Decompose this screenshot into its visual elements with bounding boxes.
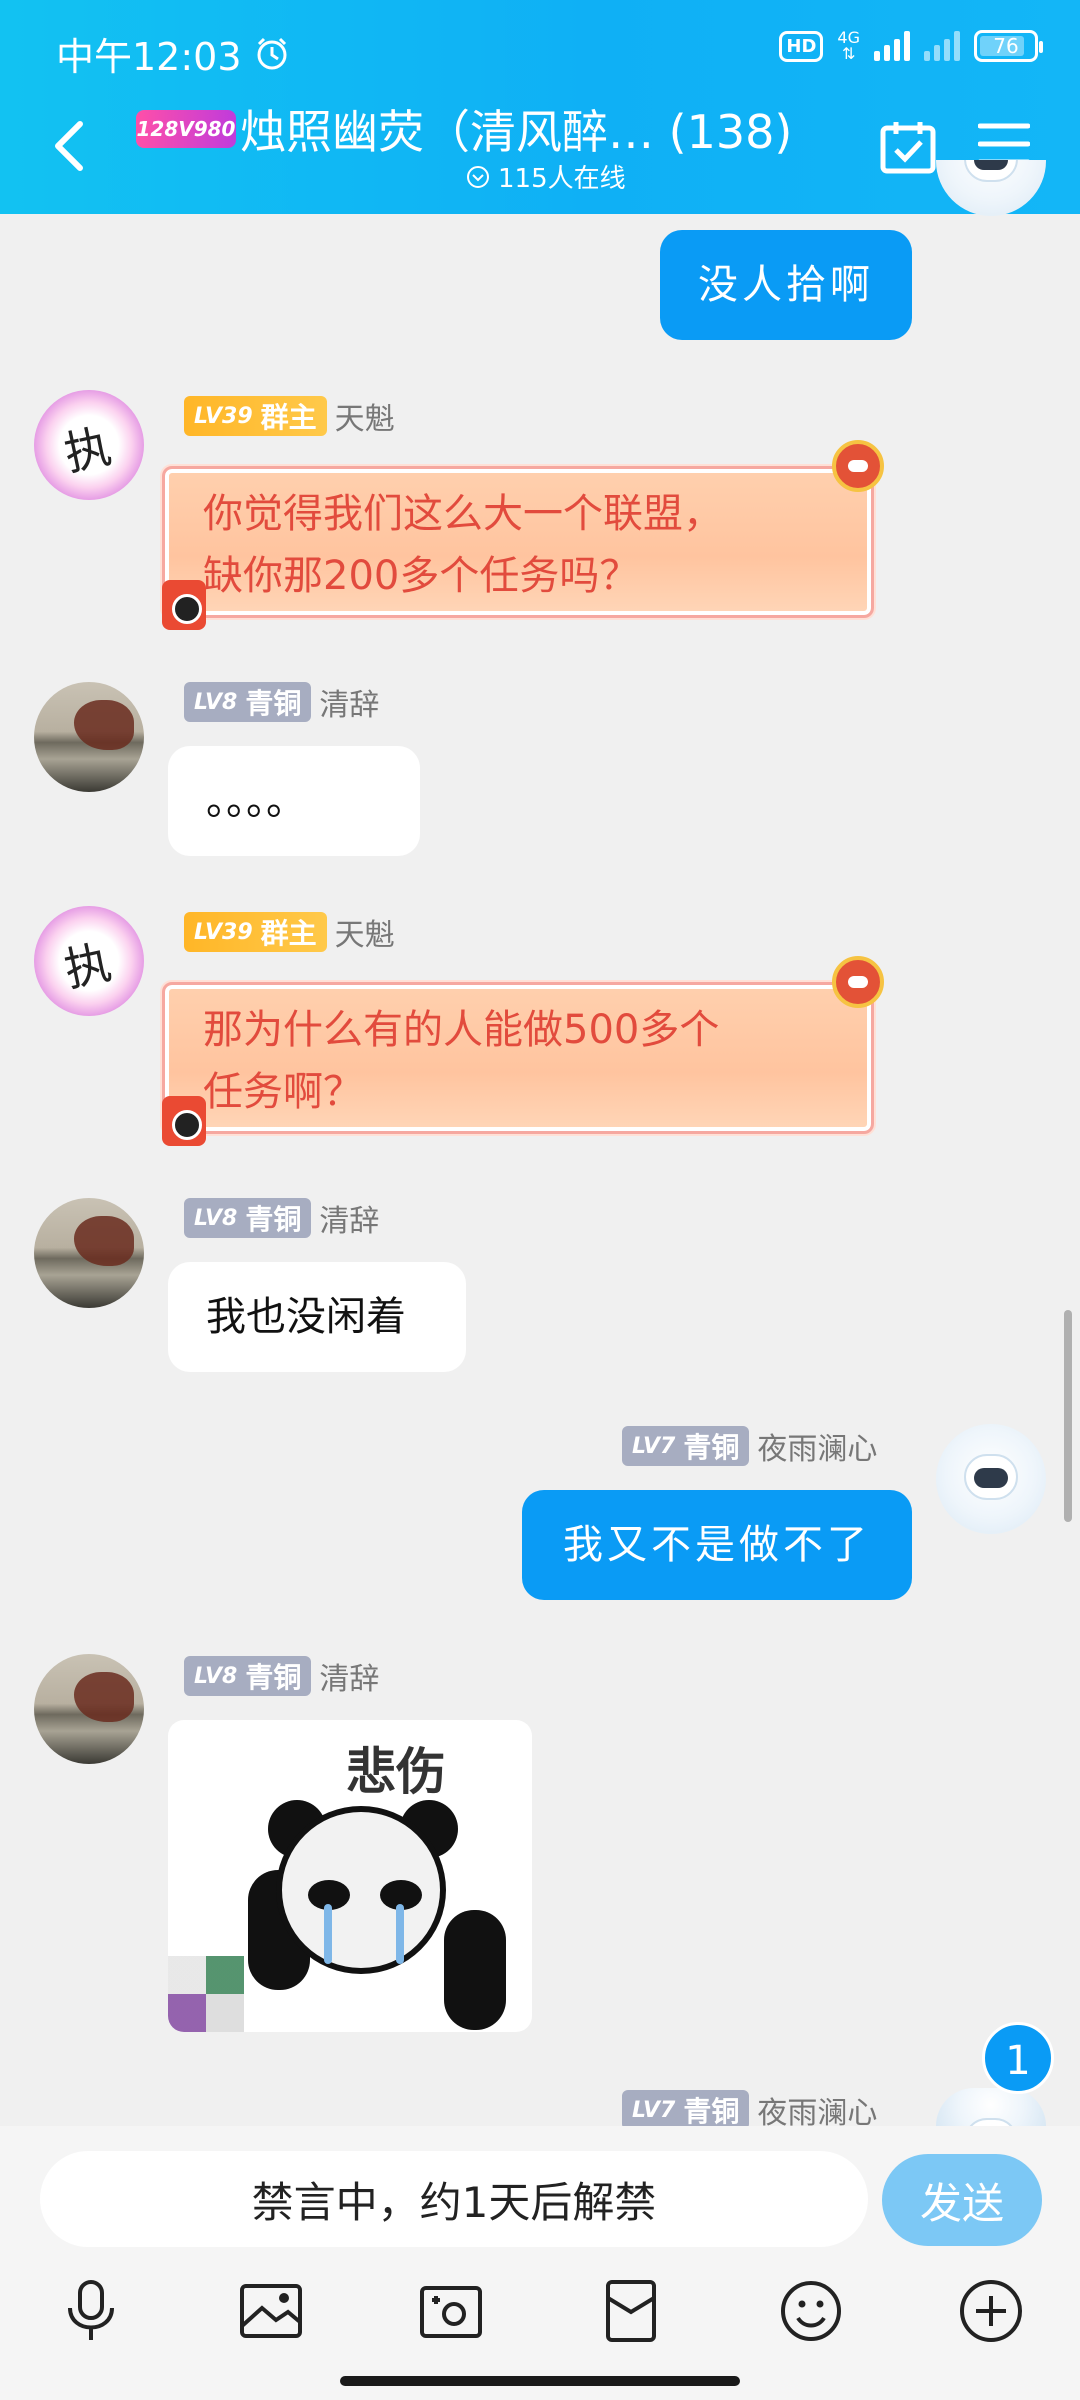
network-label: 4G: [837, 28, 860, 47]
status-indicators: HD 4G ⇅ 76: [779, 28, 1043, 63]
red-packet-icon: [162, 580, 206, 630]
message-bubble[interactable]: 没人拾啊: [660, 230, 912, 340]
plus-icon[interactable]: [956, 2276, 1026, 2346]
level-text: LV39: [194, 919, 253, 945]
red-packet-icon[interactable]: [596, 2276, 666, 2346]
send-button[interactable]: 发送: [882, 2154, 1042, 2246]
signal2-icon: [924, 31, 960, 61]
signal-icon: [874, 31, 910, 61]
sender-name[interactable]: 清辞: [319, 1196, 379, 1240]
unread-count-badge[interactable]: 1: [982, 2022, 1054, 2094]
avatar-self[interactable]: [936, 2088, 1046, 2126]
level-text: LV8: [194, 1663, 238, 1689]
sender-meta: LV8 青铜 清辞: [184, 1654, 379, 1698]
dragon-icon: [832, 440, 884, 492]
message-line: 那为什么有的人能做500多个: [203, 1007, 720, 1053]
level-badge: LV39 群主: [184, 396, 327, 436]
sender-name[interactable]: 天魁: [335, 910, 395, 954]
sender-name[interactable]: 天魁: [335, 394, 395, 438]
group-title[interactable]: 烛照幽荧（清风醉… (138): [240, 96, 792, 162]
sender-name[interactable]: 清辞: [319, 680, 379, 724]
calendar-check-icon[interactable]: [880, 120, 936, 174]
avatar-owner[interactable]: 执: [34, 906, 144, 1016]
message-input[interactable]: 禁言中，约1天后解禁: [40, 2151, 868, 2247]
level-text: LV8: [194, 689, 238, 715]
role-text: 青铜: [245, 1661, 302, 1694]
sender-meta: LV7 青铜 夜雨澜心: [622, 1424, 877, 1468]
role-text: 青铜: [245, 1203, 302, 1236]
role-text: 群主: [260, 917, 317, 950]
message-bubble[interactable]: 你觉得我们这么大一个联盟， 缺你那200多个任务吗？: [162, 466, 874, 618]
time-text: 中午12:03: [56, 35, 242, 79]
level-badge: LV39 群主: [184, 912, 327, 952]
level-text: LV39: [194, 403, 253, 429]
sender-meta: LV8 青铜 清辞: [184, 1196, 379, 1240]
sender-meta: LV39 群主 天魁: [184, 910, 395, 954]
status-time: 中午12:03: [56, 26, 290, 81]
message-bubble[interactable]: 我又不是做不了: [522, 1490, 912, 1600]
online-text: 115人在线: [498, 164, 626, 194]
group-level-tag: 128V980: [136, 110, 236, 148]
avatar-qingci[interactable]: [34, 1654, 144, 1764]
chevron-down-icon: [467, 165, 489, 188]
sticker-image[interactable]: 悲伤: [168, 1720, 532, 2032]
level-text: LV7: [632, 1433, 676, 1459]
sticker-caption: 悲伤: [346, 1742, 446, 1801]
emoji-icon[interactable]: [776, 2276, 846, 2346]
sender-name[interactable]: 清辞: [319, 1654, 379, 1698]
level-badge: LV7 青铜: [622, 1426, 750, 1466]
message-line: 任务啊？: [203, 1069, 363, 1115]
avatar-owner[interactable]: 执: [34, 390, 144, 500]
pinwheel-icon: [168, 1956, 244, 2032]
avatar-qingci[interactable]: [34, 1198, 144, 1308]
home-indicator[interactable]: [340, 2376, 740, 2386]
back-icon[interactable]: [50, 118, 90, 174]
message-bubble[interactable]: 我也没闲着: [168, 1262, 466, 1372]
battery-level: 76: [993, 34, 1019, 58]
level-text: LV8: [194, 1205, 238, 1231]
microphone-icon[interactable]: [56, 2276, 126, 2346]
avatar-qingci[interactable]: [34, 682, 144, 792]
red-packet-icon: [162, 1096, 206, 1146]
sender-meta: LV8 青铜 清辞: [184, 680, 379, 724]
level-badge: LV8 青铜: [184, 1198, 312, 1238]
alarm-icon: [257, 37, 287, 69]
image-icon[interactable]: [236, 2276, 306, 2346]
hd-indicator: HD: [779, 30, 824, 62]
level-badge: LV7 青铜: [622, 2090, 750, 2130]
role-text: 青铜: [245, 687, 302, 720]
online-count[interactable]: 115人在线: [466, 158, 626, 195]
battery-icon: 76: [974, 30, 1043, 62]
role-text: 青铜: [683, 2095, 740, 2128]
message-line: 你觉得我们这么大一个联盟，: [203, 491, 723, 537]
dragon-icon: [832, 956, 884, 1008]
scrollbar[interactable]: [1064, 1310, 1072, 1522]
level-badge: LV8 青铜: [184, 1656, 312, 1696]
menu-icon[interactable]: [978, 122, 1030, 166]
message-line: 缺你那200多个任务吗？: [203, 553, 640, 599]
level-text: LV7: [632, 2097, 676, 2123]
sender-name[interactable]: 夜雨澜心: [757, 1424, 877, 1468]
chat-header: 中午12:03 HD 4G ⇅ 76 128V980 烛照幽荧（清风醉… (138…: [0, 0, 1080, 214]
message-bubble[interactable]: 那为什么有的人能做500多个 任务啊？: [162, 982, 874, 1134]
sender-meta: LV7 青铜 夜雨澜心: [622, 2090, 877, 2131]
role-text: 青铜: [683, 1431, 740, 1464]
network-type: 4G ⇅: [837, 28, 860, 63]
level-badge: LV8 青铜: [184, 682, 312, 722]
role-text: 群主: [260, 401, 317, 434]
camera-icon[interactable]: [416, 2276, 486, 2346]
sender-meta: LV39 群主 天魁: [184, 394, 395, 438]
avatar-self[interactable]: [936, 1424, 1046, 1534]
composer-bar: 禁言中，约1天后解禁 发送: [0, 2126, 1080, 2400]
message-bubble[interactable]: 。。。。: [168, 746, 420, 856]
